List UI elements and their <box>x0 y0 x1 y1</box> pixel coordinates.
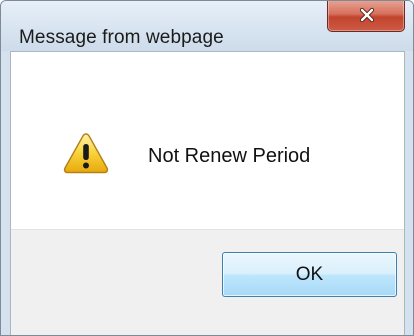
dialog-message: Not Renew Period <box>148 145 311 167</box>
warning-icon <box>63 133 109 174</box>
dialog-title: Message from webpage <box>19 27 224 48</box>
message-dialog: Message from webpage Not Renew Period OK <box>0 0 414 336</box>
title-bar[interactable]: Message from webpage <box>1 1 413 51</box>
dialog-footer: OK <box>11 229 404 335</box>
dialog-body: Not Renew Period OK <box>10 51 405 335</box>
close-icon <box>359 7 375 23</box>
close-button[interactable] <box>327 1 405 32</box>
ok-button[interactable]: OK <box>222 252 397 297</box>
